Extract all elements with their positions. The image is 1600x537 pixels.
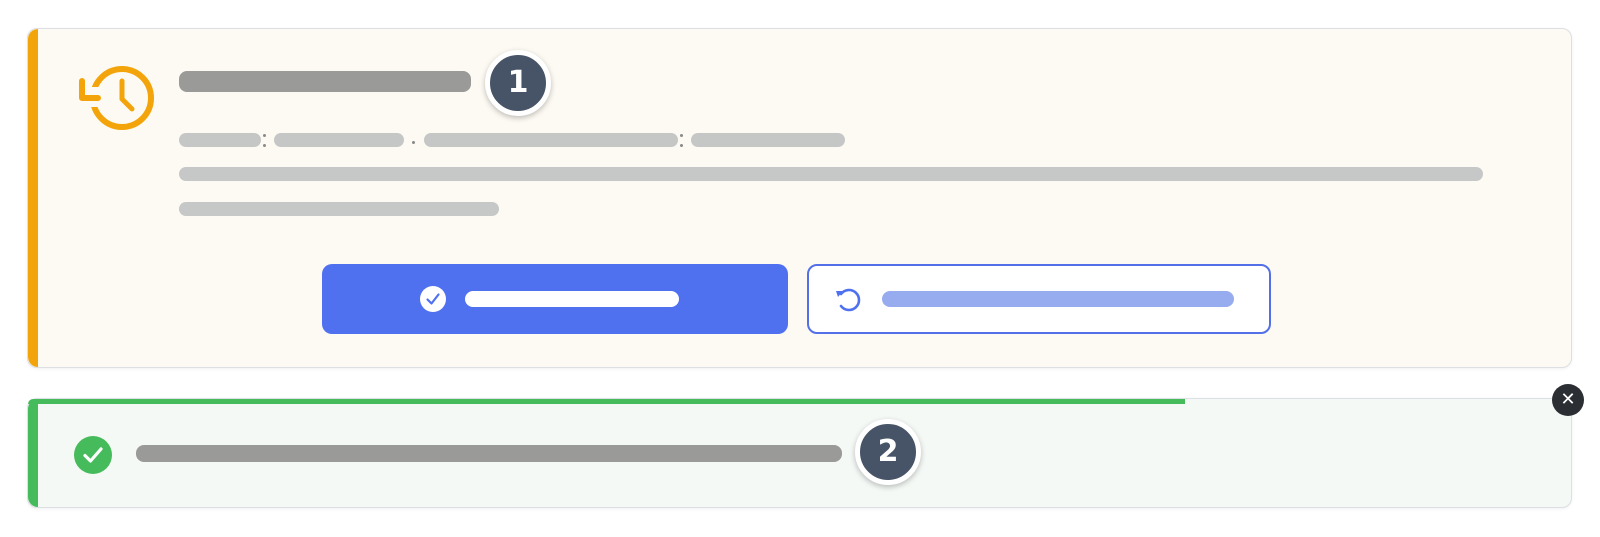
undo-icon: [836, 288, 861, 312]
toast-message: [136, 445, 842, 462]
card-accent-bar: [28, 29, 38, 367]
start-over-button-label: [882, 291, 1234, 307]
step-marker-2: 2: [855, 419, 921, 485]
restore-confirm-button[interactable]: [322, 264, 788, 334]
meta-segment: [274, 133, 404, 147]
meta-segment: [424, 133, 678, 147]
meta-separator: [263, 144, 266, 147]
meta-separator: [263, 134, 266, 137]
toast-accent-bar: [28, 399, 38, 507]
meta-separator: [680, 134, 683, 137]
card-description-line: [179, 202, 499, 216]
check-circle-icon: [74, 436, 112, 474]
toast-progress-bar: [28, 399, 1185, 404]
start-over-button[interactable]: [807, 264, 1271, 334]
card-description-line: [179, 167, 1483, 181]
step-marker-1: 1: [485, 50, 551, 116]
history-icon: [79, 66, 154, 130]
meta-separator: [680, 144, 683, 147]
meta-separator: [412, 141, 415, 144]
success-toast: [27, 398, 1572, 508]
check-circle-icon: [420, 286, 446, 312]
restore-session-card: [27, 28, 1572, 368]
meta-segment: [691, 133, 845, 147]
card-title: [179, 71, 471, 92]
meta-segment: [179, 133, 261, 147]
close-icon[interactable]: ✕: [1552, 384, 1584, 416]
restore-confirm-button-label: [465, 291, 679, 307]
